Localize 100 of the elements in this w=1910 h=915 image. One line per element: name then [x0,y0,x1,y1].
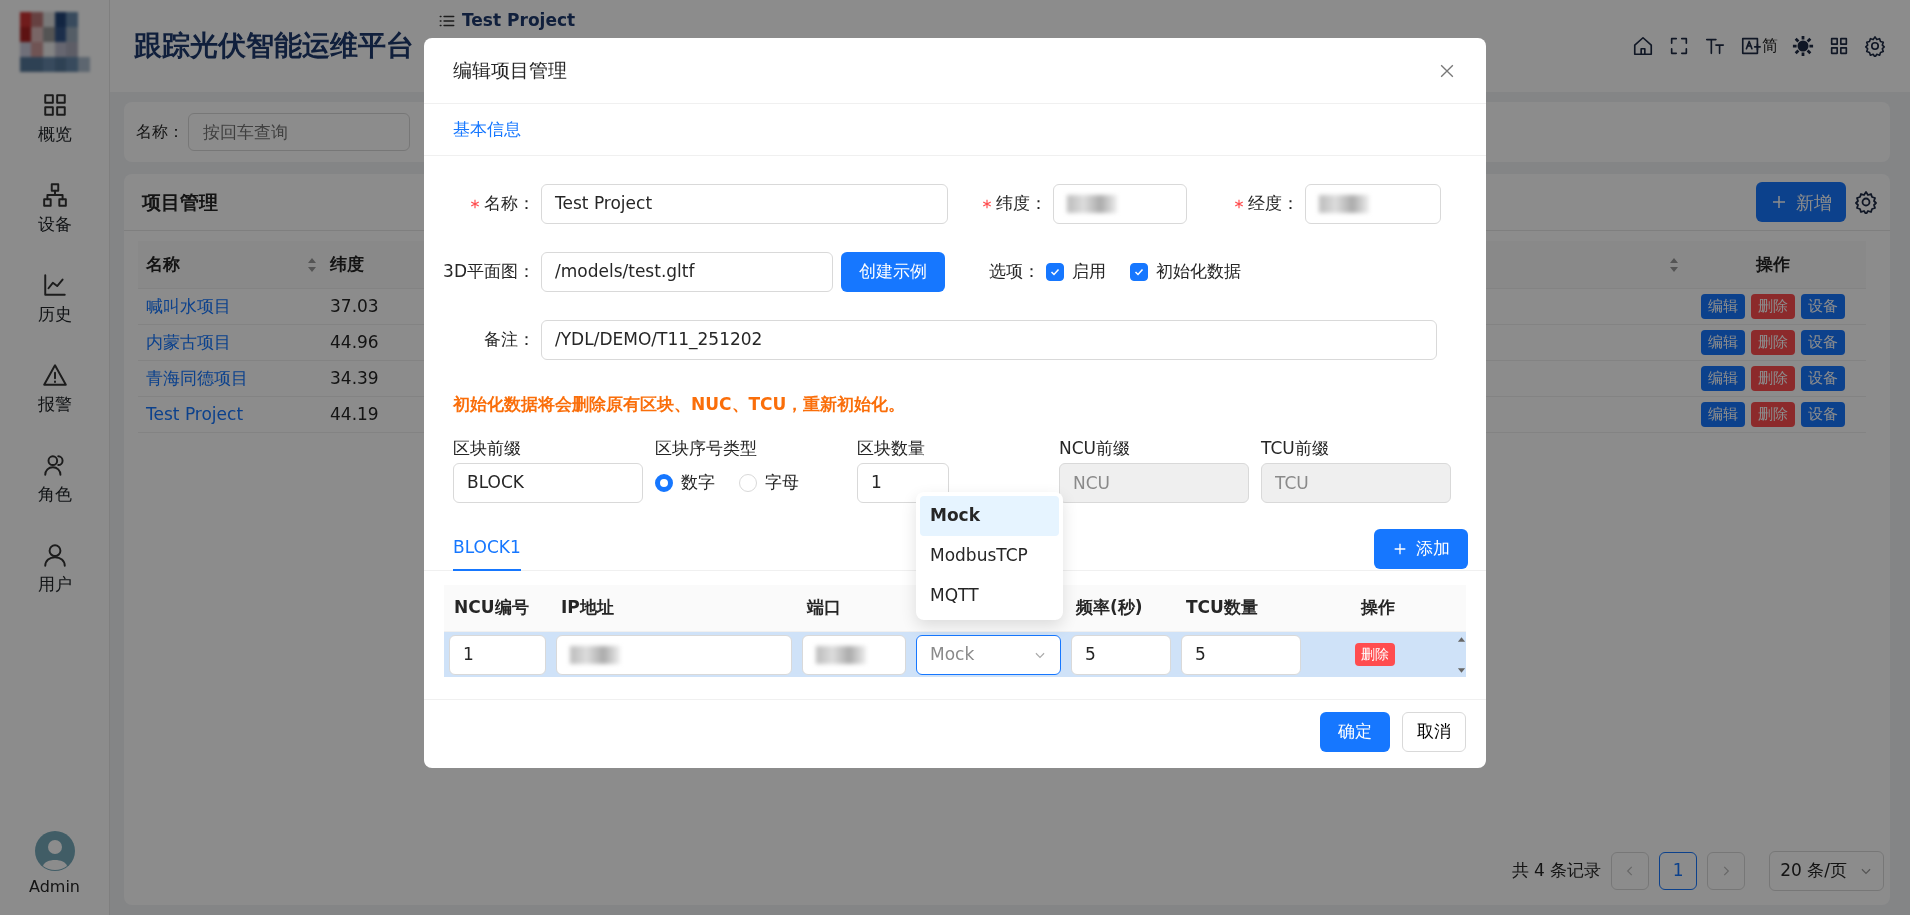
column-header: 端口 [807,596,841,620]
column-header: TCU数量 [1186,596,1258,620]
table-cell-text: 34.39 [330,366,379,390]
sidebar-item[interactable]: 角色 [37,452,72,542]
edit-button[interactable]: 编辑 [1701,330,1745,355]
radio-option[interactable]: 数字 [655,470,715,496]
field-label: 纬度： [996,192,1047,216]
sort-icon[interactable] [306,256,318,273]
device-button[interactable]: 设备 [1801,366,1845,391]
checkbox[interactable]: 初始化数据 [1130,259,1241,285]
input-field[interactable]: 5 [1071,634,1171,675]
modal-title: 编辑项目管理 [453,58,567,84]
sidebar-item[interactable]: 概览 [37,92,72,182]
field-label: 选项： [989,260,1040,284]
input-field[interactable]: 1 [857,463,949,503]
input-field[interactable]: BLOCK [453,463,643,503]
device-button[interactable]: 设备 [1801,294,1845,319]
scroll-down-icon[interactable] [1457,666,1466,675]
project-link[interactable]: 青海同德项目 [146,365,248,392]
field-label: 区块序号类型 [655,436,758,460]
input-field[interactable]: 1 [449,634,546,675]
line-chart-icon [41,272,68,298]
blurred-value [570,645,620,664]
sidebar-item[interactable]: 历史 [37,272,72,362]
sidebar-item[interactable]: 报警 [37,362,72,452]
project-link[interactable]: 喊叫水项目 [146,293,231,320]
settings-icon[interactable] [1864,35,1886,57]
field-label: 3D平面图： [443,260,535,284]
column-header: 频率(秒) [1076,596,1143,620]
table-row[interactable]: 1 Mock 5 5 删除 [444,631,1466,677]
plus-icon [1770,193,1788,211]
home-icon[interactable] [1632,35,1654,57]
column-header: 操作 [1756,252,1790,276]
input-field[interactable]: 5 [1181,634,1301,675]
sidebar-item[interactable]: 用户 [37,542,72,632]
radio-option[interactable]: 字母 [739,470,799,496]
tab[interactable]: BLOCK1 [453,527,521,571]
fullscreen-icon[interactable] [1668,35,1690,57]
cancel-button[interactable]: 取消 [1402,712,1466,752]
field-label: 区块前缀 [453,436,522,460]
blurred-value [816,645,866,664]
app-title: 跟踪光伏智能运维平台 [134,28,414,64]
add-button[interactable]: 新增 [1756,182,1846,222]
card-title: 项目管理 [142,189,218,215]
input-field[interactable] [802,634,906,675]
input-field[interactable]: /YDL/DEMO/T11_251202 [541,320,1437,360]
apps-icon[interactable] [1828,35,1850,57]
dropdown-option[interactable]: MQTT [920,576,1059,616]
ok-button[interactable]: 确定 [1320,712,1390,752]
column-header: 名称 [146,252,181,276]
project-link[interactable]: 内蒙古项目 [146,329,231,356]
breadcrumb-title: Test Project [462,9,576,32]
translate-icon[interactable] [1740,35,1762,57]
field-label: 经度： [1248,192,1299,216]
table-cell-text: 44.96 [330,330,379,354]
page-size-select[interactable]: 20 条/页 [1769,851,1884,891]
record-count: 共 4 条记录 [1511,859,1602,883]
page-button[interactable]: 1 [1659,852,1698,890]
scroll-up-icon[interactable] [1457,634,1466,643]
settings-icon[interactable] [1854,190,1878,214]
edit-button[interactable]: 编辑 [1701,366,1745,391]
warning-icon [41,362,68,388]
language-label[interactable]: 简 [1762,34,1778,58]
section-link[interactable]: 基本信息 [453,116,521,143]
field-label: TCU前缀 [1261,436,1330,460]
create-example-button[interactable]: 创建示例 [841,252,945,292]
sun-icon[interactable] [1792,35,1814,57]
device-button[interactable]: 设备 [1801,330,1845,355]
delete-button[interactable]: 删除 [1355,643,1395,666]
check-icon [1133,266,1145,278]
search-label: 名称： [136,121,184,143]
field-label: 区块数量 [857,436,926,460]
edit-button[interactable]: 编辑 [1701,294,1745,319]
user-name: Admin [29,876,80,898]
column-header: 纬度 [330,252,364,276]
sort-icon[interactable] [1668,256,1680,273]
dropdown-option[interactable]: ModbusTCP [920,536,1059,576]
input-field[interactable] [1053,184,1187,224]
input-field[interactable]: Test Project [541,184,948,224]
input-field[interactable]: /models/test.gltf [541,252,833,292]
table-cell-text: 44.19 [330,402,379,426]
column-header: 操作 [1360,596,1395,620]
protocol-select[interactable]: Mock [916,634,1061,675]
user-icon [41,542,68,568]
project-link[interactable]: Test Project [146,401,244,428]
column-header: IP地址 [561,596,614,620]
checkbox[interactable]: 启用 [1046,259,1106,285]
sidebar-item[interactable]: 设备 [37,182,72,272]
edit-button[interactable]: 编辑 [1701,402,1745,427]
column-header: NCU编号 [454,596,529,620]
search-field[interactable]: 按回车查询 [188,113,410,151]
table-cell-text: 37.03 [330,294,379,318]
grid-icon [41,92,68,118]
input-field[interactable] [556,634,792,675]
device-button[interactable]: 设备 [1801,402,1845,427]
field-label: 名称： [484,192,535,216]
field-label: NCU前缀 [1059,436,1132,460]
dropdown-option[interactable]: Mock [920,496,1059,536]
input-field[interactable] [1305,184,1441,224]
add-button[interactable]: 添加 [1374,528,1468,569]
